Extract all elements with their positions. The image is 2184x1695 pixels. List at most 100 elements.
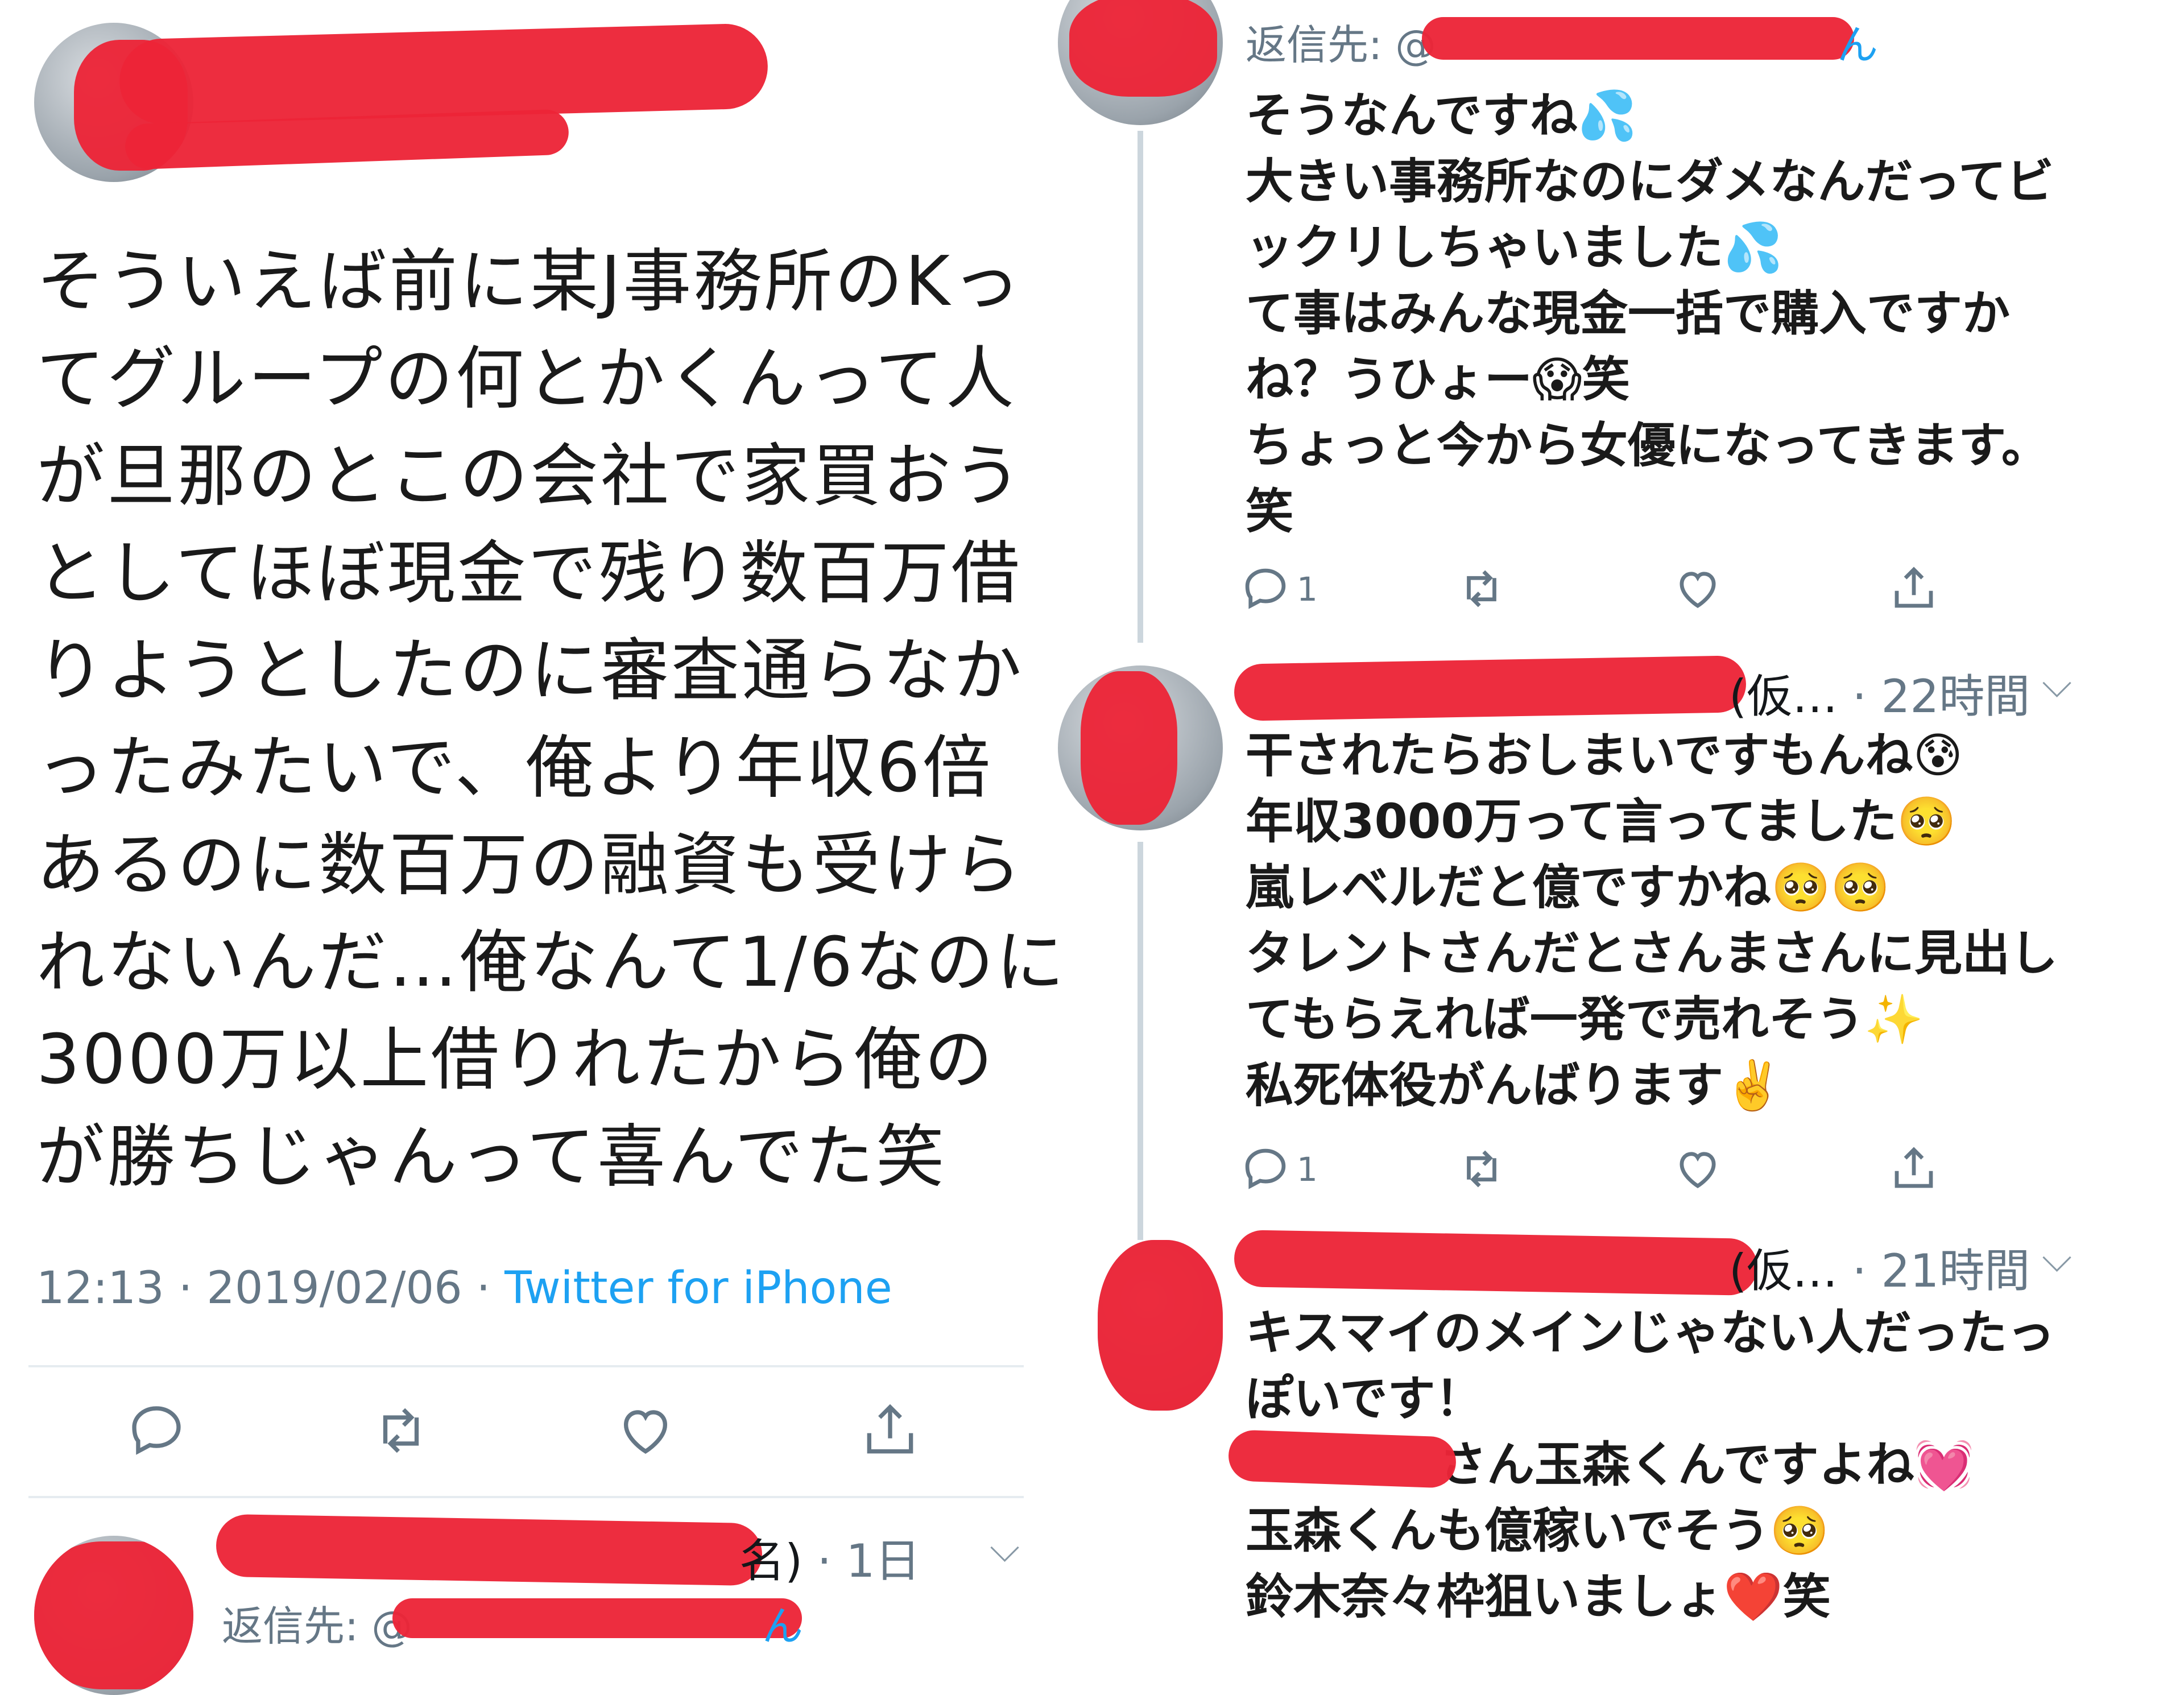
like-icon	[1680, 1152, 1716, 1188]
divider	[28, 1496, 1024, 1498]
reply-to-fragment: ん	[1837, 11, 1878, 71]
tweet-text-line: 3000万以上借りれたから俺の	[36, 1020, 995, 1099]
retweet-button[interactable]	[1456, 1143, 1507, 1194]
tweet-text-line: りようとしたのに審査通らなか	[36, 631, 1024, 710]
reply-avatar[interactable]	[1058, 665, 1223, 830]
reply-author-name-redaction	[1234, 655, 1747, 721]
retweet-button[interactable]	[1456, 563, 1507, 614]
divider	[28, 1365, 1024, 1367]
reply-time: · 22時間	[1852, 670, 2030, 723]
like-button[interactable]	[614, 1399, 677, 1462]
reply-text-line: 干されたらおしまいですもんね😰	[1246, 727, 1963, 783]
reply-text-line: 鈴木奈々枠狙いましょ❤️笑	[1246, 1569, 1831, 1624]
reply-button[interactable]	[1240, 563, 1291, 614]
main-tweet-column: そういえば前に某J事務所のKっ てグループの何とかくんって人 が旦那のとこの会社…	[0, 0, 1067, 1695]
reply-button[interactable]	[1240, 1143, 1291, 1194]
reply-button[interactable]	[125, 1399, 188, 1462]
reply-to-label[interactable]: 返信先: @	[222, 1593, 412, 1652]
author-name-fragment: (仮…	[1729, 1245, 1838, 1297]
reply-text: 干されたらおしまいですもんね😰 年収3000万って言ってました🥺 嵐レベルだと億…	[1246, 722, 2167, 1118]
chevron-down-icon[interactable]: ⌵	[990, 1524, 1020, 1572]
author-name-redaction	[118, 23, 769, 125]
reply-avatar[interactable]	[1098, 1240, 1223, 1411]
reply-to-suffix: ん	[762, 1602, 804, 1650]
reply-icon	[132, 1406, 181, 1455]
reply-count: 1	[1297, 570, 1318, 609]
reply-text-line: キスマイのメインじゃない人だったっ	[1246, 1305, 2055, 1361]
reply-author-meta: 名) · 1日	[739, 1524, 920, 1590]
reply-text-line: ね？うひょー😱笑	[1246, 352, 1630, 407]
chevron-down-icon[interactable]: ⌵	[2042, 660, 2072, 707]
reply-text: そうなんですね💦 大きい事務所なのにダメなんだってビ ックリしちゃいました💦 て…	[1246, 82, 2167, 544]
reply-text-line: 笑	[1246, 483, 1294, 539]
meta-separator: ·	[462, 1263, 505, 1314]
avatar-redaction	[34, 1541, 193, 1689]
reply-author-avatar[interactable]	[34, 1536, 193, 1695]
like-button[interactable]	[1672, 1143, 1723, 1194]
reply-text-line: 嵐レベルだと億ですかね🥺🥺	[1246, 859, 1891, 915]
reply-author-meta: (仮… · 21時間	[1729, 1234, 2030, 1300]
reply-time: · 21時間	[1852, 1245, 2030, 1297]
reply-text-line: て事はみんな現金一括で購入ですか	[1246, 286, 2011, 341]
share-icon	[1895, 567, 1933, 608]
reply-text-line: 私死体役がんばります✌️	[1246, 1057, 1783, 1113]
main-tweet-text: そういえば前に某J事務所のKっ てグループの何とかくんって人 が旦那のとこの会社…	[36, 233, 1067, 1206]
reply-to-prefix: 返信先: @	[1246, 21, 1437, 69]
reply-text-line: ックリしちゃいました💦	[1246, 220, 1783, 275]
reply-author-meta: (仮… · 22時間	[1729, 660, 2030, 726]
reply-actions: 1	[1240, 1143, 2093, 1206]
tweet-time: 12:13	[36, 1263, 164, 1314]
avatar-redaction	[1069, 0, 1217, 97]
reply-author-name-redaction	[216, 1514, 763, 1586]
reply-text-line: ぽいです！	[1246, 1371, 1483, 1427]
thread-connector	[1138, 131, 1143, 643]
reply-actions: 1	[1240, 563, 2093, 626]
author-name-fragment: 名)	[739, 1535, 803, 1587]
avatar-redaction	[1081, 671, 1177, 825]
reply-text-line: ちょっと今から女優になってきます。	[1246, 417, 2049, 473]
reply-text-line: 大きい事務所なのにダメなんだってビ	[1246, 154, 2054, 209]
share-button[interactable]	[1888, 563, 1939, 614]
reply-to-label[interactable]: 返信先: @	[1246, 11, 1436, 71]
mention-redaction	[1227, 1429, 1457, 1489]
reply-to-redaction	[392, 1598, 802, 1638]
reply-text-line: そうなんですね💦	[1246, 88, 1637, 143]
tweet-text-line: としてほぼ現金で残り数百万借	[36, 534, 1022, 613]
tweet-text-line: ったみたいで、俺より年収6倍	[36, 729, 993, 808]
retweet-icon	[1467, 570, 1496, 607]
reply-text-line: タレントさんだとさんまさんに見出し	[1246, 925, 2058, 981]
tweet-text-line: が勝ちじゃんって喜んでた笑	[36, 1118, 946, 1197]
reply-to-suffix: ん	[1837, 21, 1879, 69]
share-button[interactable]	[1888, 1143, 1939, 1194]
retweet-icon	[1467, 1150, 1496, 1188]
like-icon	[623, 1410, 668, 1454]
retweet-icon	[383, 1408, 419, 1453]
reply-to-prefix: 返信先: @	[222, 1602, 413, 1650]
meta-separator: ·	[164, 1263, 207, 1314]
like-icon	[1680, 572, 1716, 608]
reply-icon	[1245, 1148, 1286, 1189]
tweet-timestamp[interactable]: 12:13 · 2019/02/06 · Twitter for iPhone	[36, 1263, 892, 1314]
reply-text-line: てもらえれば一発で売れそう✨	[1246, 991, 1924, 1047]
main-tweet-actions	[0, 1399, 1024, 1462]
thread-connector	[1138, 842, 1143, 1240]
avatar-redaction	[1098, 1240, 1223, 1411]
tweet-date: 2019/02/06	[206, 1263, 462, 1314]
author-name-fragment: (仮…	[1729, 670, 1838, 723]
chevron-down-icon[interactable]: ⌵	[2042, 1234, 2072, 1281]
share-icon	[1895, 1147, 1933, 1188]
tweet-text-line: れないんだ…俺なんて1/6なのに	[36, 923, 1067, 1002]
tweet-text-line: が旦那のとこの会社で家買おう	[36, 437, 1024, 516]
share-icon	[867, 1404, 913, 1454]
share-button[interactable]	[859, 1399, 921, 1462]
tweet-source-link[interactable]: Twitter for iPhone	[504, 1263, 892, 1314]
retweet-button[interactable]	[370, 1399, 432, 1462]
reply-to-fragment: ん	[762, 1593, 803, 1652]
reply-text-line: 年収3000万って言ってました🥺	[1246, 793, 1956, 849]
reply-author-name-redaction	[1234, 1229, 1758, 1296]
reply-text-line: 玉森くんも億稼いでそう🥺	[1246, 1503, 1830, 1558]
reply-count: 1	[1297, 1150, 1318, 1189]
like-button[interactable]	[1672, 563, 1723, 614]
reply-to-redaction	[1422, 17, 1854, 60]
tweet-text-line: あるのに数百万の融資も受けら	[36, 826, 1024, 905]
